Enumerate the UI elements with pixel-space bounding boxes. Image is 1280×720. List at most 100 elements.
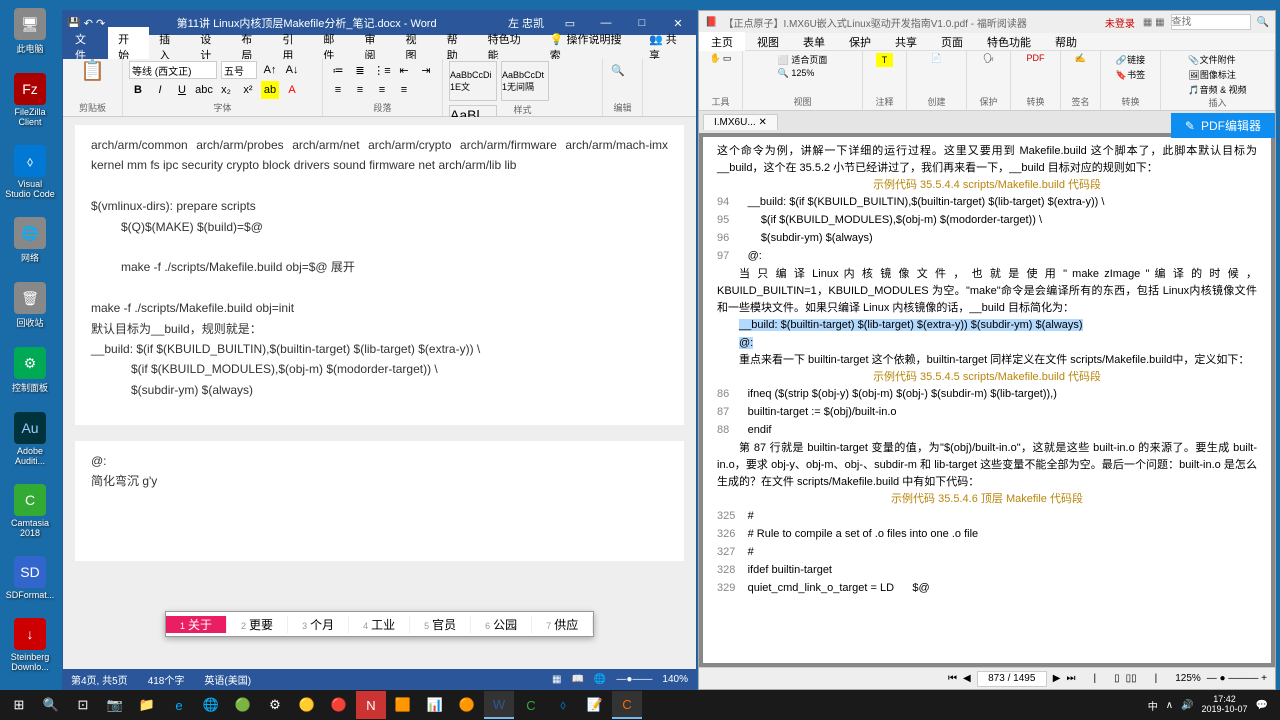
start-button[interactable]: ⊞ xyxy=(4,691,34,719)
pdf-zoom-value[interactable]: 125% xyxy=(1175,673,1201,684)
pdf-body[interactable]: 这个命令为例，讲解一下详细的运行过程。这里又要用到 Makefile.build… xyxy=(699,133,1275,667)
desktop-icon-computer[interactable]: 🖥此电脑 xyxy=(5,8,55,55)
pdf-menu-home[interactable]: 主页 xyxy=(699,32,745,52)
tb-camera[interactable]: 📷 xyxy=(100,691,130,719)
view-single-icon[interactable]: ▯ xyxy=(1114,673,1120,684)
desktop-icon-vscode[interactable]: ⬨Visual Studio Code xyxy=(5,145,55,199)
tb-app9[interactable]: 🟡 xyxy=(292,691,322,719)
indent-dec-icon[interactable]: ⇤ xyxy=(395,61,413,79)
select-tool-icon[interactable]: ▭ xyxy=(723,53,732,64)
tb-word[interactable]: W xyxy=(484,691,514,719)
ime-candidate-6[interactable]: 6公园 xyxy=(471,616,532,633)
pdf-zoom-slider[interactable]: — ● ——— + xyxy=(1207,673,1267,684)
grow-font-icon[interactable]: A↑ xyxy=(261,61,279,79)
tray-ime[interactable]: 中 xyxy=(1148,698,1158,713)
tray-expand-icon[interactable]: ∧ xyxy=(1166,700,1173,711)
tb-vscode[interactable]: ⬨ xyxy=(548,691,578,719)
zoom-value[interactable]: 🔍 125% xyxy=(778,68,815,79)
link-tool[interactable]: 🔗链接 xyxy=(1116,53,1145,66)
notification-icon[interactable]: 💬 xyxy=(1256,700,1268,711)
tb-app14[interactable]: 🟠 xyxy=(452,691,482,719)
tray-volume-icon[interactable]: 🔊 xyxy=(1181,700,1193,711)
view-read-icon[interactable]: 📖 xyxy=(571,674,583,685)
justify-icon[interactable]: ≡ xyxy=(395,81,413,99)
ime-candidate-7[interactable]: 7供应 xyxy=(532,616,593,633)
last-page-icon[interactable]: ⏭ xyxy=(1066,673,1075,684)
align-left-icon[interactable]: ≡ xyxy=(329,81,347,99)
tb-wechat[interactable]: 🟢 xyxy=(228,691,258,719)
first-page-icon[interactable]: ⏮ xyxy=(948,673,957,684)
search-button[interactable]: 🔍 xyxy=(36,691,66,719)
style-normal[interactable]: AaBbCcDi 1E文 xyxy=(449,61,497,101)
align-center-icon[interactable]: ≡ xyxy=(351,81,369,99)
numbering-icon[interactable]: ≣ xyxy=(351,61,369,79)
ime-candidate-5[interactable]: 5官员 xyxy=(410,616,471,633)
tb-explorer[interactable]: 📁 xyxy=(132,691,162,719)
file-create-icon[interactable]: 📄 xyxy=(931,53,942,64)
bookmark-tool[interactable]: 🔖书签 xyxy=(1116,68,1145,81)
image-tool[interactable]: 🖼图像标注 xyxy=(1188,68,1235,81)
align-right-icon[interactable]: ≡ xyxy=(373,81,391,99)
pdf-tab-1[interactable]: I.MX6U... ✕ xyxy=(703,114,778,130)
indent-inc-icon[interactable]: ⇥ xyxy=(417,61,435,79)
strike-button[interactable]: abc xyxy=(195,81,213,99)
next-page-icon[interactable]: ▶ xyxy=(1053,673,1061,684)
pdf-search-icon[interactable]: 🔍 xyxy=(1257,17,1269,28)
italic-button[interactable]: I xyxy=(151,81,169,99)
pdf-menu-view[interactable]: 视图 xyxy=(745,32,791,52)
ime-candidate-3[interactable]: 3个月 xyxy=(288,616,349,633)
view-print-icon[interactable]: ▦ xyxy=(552,674,561,685)
tb-app16[interactable]: C xyxy=(516,691,546,719)
underline-button[interactable]: U xyxy=(173,81,191,99)
av-tool[interactable]: 🎵音频 & 视频 xyxy=(1188,83,1246,96)
language-indicator[interactable]: 英语(美国) xyxy=(204,672,251,687)
page-input[interactable] xyxy=(977,671,1047,687)
read-aloud-icon[interactable]: 🗣 xyxy=(983,53,994,64)
pdf-menu-help[interactable]: 帮助 xyxy=(1043,32,1089,52)
tb-app12[interactable]: 🟧 xyxy=(388,691,418,719)
pdf-menu-page[interactable]: 页面 xyxy=(929,32,975,52)
ime-candidate-2[interactable]: 2更要 xyxy=(227,616,288,633)
desktop-icon-steinberg[interactable]: ↓Steinberg Downlo... xyxy=(5,618,55,672)
tb-edge[interactable]: e xyxy=(164,691,194,719)
zoom-value[interactable]: 140% xyxy=(662,674,688,685)
ime-candidate-1[interactable]: 1关于 xyxy=(166,616,227,633)
pdf-menu-feature[interactable]: 特色功能 xyxy=(975,32,1043,52)
prev-page-icon[interactable]: ◀ xyxy=(963,673,971,684)
page-indicator[interactable]: 第4页, 共5页 xyxy=(71,672,128,687)
bold-button[interactable]: B xyxy=(129,81,147,99)
word-document-area[interactable]: arch/arm/common arch/arm/probes arch/arm… xyxy=(63,117,696,669)
pdf-menu-share[interactable]: 共享 xyxy=(883,32,929,52)
desktop-icon-control[interactable]: ⚙控制面板 xyxy=(5,347,55,394)
desktop-icon-audition[interactable]: AuAdobe Auditi... xyxy=(5,412,55,466)
shrink-font-icon[interactable]: A↓ xyxy=(283,61,301,79)
sub-button[interactable]: x₂ xyxy=(217,81,235,99)
desktop-icon-network[interactable]: 🌐网络 xyxy=(5,217,55,264)
font-size-select[interactable] xyxy=(221,61,257,79)
zoom-slider[interactable]: —●—— xyxy=(616,674,652,685)
tb-notepad[interactable]: 📝 xyxy=(580,691,610,719)
view-cont-icon[interactable]: ▯▯ xyxy=(1126,673,1137,684)
multilevel-icon[interactable]: ⋮≡ xyxy=(373,61,391,79)
font-family-select[interactable] xyxy=(129,61,217,79)
pdf-login[interactable]: 未登录 xyxy=(1105,15,1135,30)
pdf-menu-form[interactable]: 表单 xyxy=(791,32,837,52)
view-grid-icon[interactable]: ▦ ▦ xyxy=(1143,17,1165,28)
tb-chrome[interactable]: 🌐 xyxy=(196,691,226,719)
text-highlight-icon[interactable]: T xyxy=(876,53,894,67)
ime-candidate-bar[interactable]: 1关于 2更要 3个月 4工业 5官员 6公园 7供应 xyxy=(165,611,594,637)
sign-icon[interactable]: ✍ xyxy=(1075,53,1086,64)
ime-candidate-4[interactable]: 4工业 xyxy=(349,616,410,633)
desktop-icon-recycle[interactable]: 🗑回收站 xyxy=(5,282,55,329)
attach-tool[interactable]: 📎文件附件 xyxy=(1188,53,1235,66)
pdf-search-input[interactable] xyxy=(1171,14,1251,30)
pdf-menu-protect[interactable]: 保护 xyxy=(837,32,883,52)
fontcolor-button[interactable]: A xyxy=(283,81,301,99)
desktop-icon-sdformat[interactable]: SDSDFormat... xyxy=(5,556,55,600)
desktop-icon-filezilla[interactable]: FzFileZilla Client xyxy=(5,73,55,127)
taskview-button[interactable]: ⊡ xyxy=(68,691,98,719)
view-web-icon[interactable]: 🌐 xyxy=(594,674,606,685)
clock[interactable]: 17:42 2019-10-07 xyxy=(1202,695,1248,715)
tb-app8[interactable]: ⚙ xyxy=(260,691,290,719)
find-icon[interactable]: 🔍 xyxy=(609,61,627,79)
